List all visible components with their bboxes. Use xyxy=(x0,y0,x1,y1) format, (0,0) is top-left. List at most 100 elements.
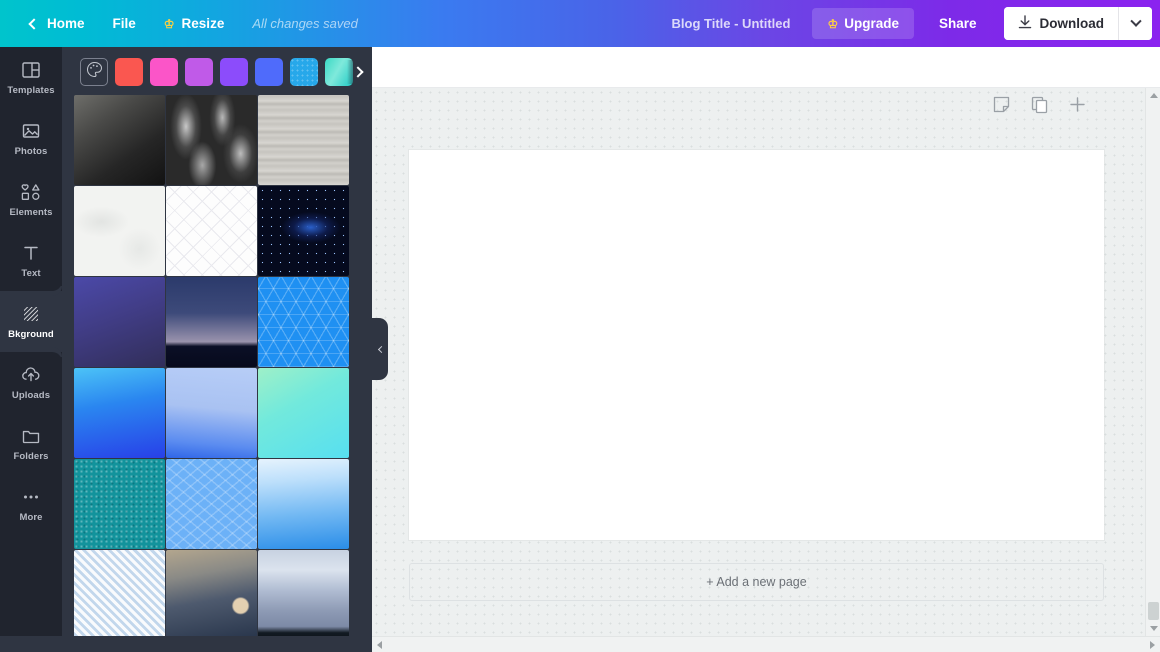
vertical-scrollbar[interactable] xyxy=(1145,88,1160,636)
ellipsis-icon xyxy=(20,486,42,508)
bg-thumb-dark-gradient-grain[interactable] xyxy=(74,95,165,185)
bg-thumb-indigo-gradient[interactable] xyxy=(74,277,165,367)
sidebar-label: Folders xyxy=(13,451,49,462)
crown-icon: ♔ xyxy=(827,16,839,31)
bg-thumb-white-marble-texture[interactable] xyxy=(74,186,165,276)
bg-thumb-blue-jellyfish-photo[interactable] xyxy=(166,368,257,458)
chevron-left-icon xyxy=(377,345,385,353)
upgrade-label: Upgrade xyxy=(844,16,899,31)
chevron-down-icon xyxy=(1129,15,1142,27)
file-label: File xyxy=(112,16,136,31)
duplicate-icon[interactable] xyxy=(1028,93,1050,115)
shapes-icon xyxy=(20,181,42,203)
palette-icon xyxy=(86,61,103,83)
bg-thumb-white-wood-planks[interactable] xyxy=(258,95,349,185)
download-button-group: Download xyxy=(1003,7,1152,40)
bg-thumb-light-blue-sky-gradient[interactable] xyxy=(258,459,349,549)
bg-thumb-blue-vertical-gradient[interactable] xyxy=(74,368,165,458)
add-new-page-label: + Add a new page xyxy=(706,575,807,589)
add-new-page-button[interactable]: + Add a new page xyxy=(409,563,1104,601)
page-tools-group xyxy=(990,93,1088,115)
background-thumbnail-grid xyxy=(62,95,372,652)
background-panel xyxy=(62,47,372,652)
download-options-button[interactable] xyxy=(1118,7,1152,40)
file-menu-button[interactable]: File xyxy=(99,10,150,37)
panel-bottom-fill xyxy=(0,636,372,652)
top-bar-left-group: Home File ♔ Resize All changes saved xyxy=(0,10,358,37)
bg-thumb-aqua-mint-gradient[interactable] xyxy=(258,368,349,458)
canva-editor-app: Home File ♔ Resize All changes saved Blo… xyxy=(0,0,1160,652)
download-label: Download xyxy=(1039,16,1105,31)
design-page-canvas[interactable] xyxy=(409,150,1104,540)
bg-thumb-blue-honeycomb-pattern[interactable] xyxy=(258,277,349,367)
bg-thumb-pale-blue-diagonal-stripes[interactable] xyxy=(74,550,165,640)
home-button[interactable]: Home xyxy=(16,10,99,37)
sidebar-label: Bkground xyxy=(8,329,54,340)
document-title[interactable]: Blog Title - Untitled xyxy=(672,16,791,31)
save-status-text: All changes saved xyxy=(252,16,358,31)
sidebar-item-templates[interactable]: Templates xyxy=(0,47,62,108)
resize-label: Resize xyxy=(181,16,225,31)
resize-button[interactable]: ♔ Resize xyxy=(150,10,239,37)
scroll-left-arrow-icon[interactable] xyxy=(377,641,382,649)
sidebar-item-photos[interactable]: Photos xyxy=(0,108,62,169)
bg-thumb-grey-smoke-texture[interactable] xyxy=(166,95,257,185)
sidebar-label: More xyxy=(19,512,43,523)
chevron-left-icon xyxy=(28,17,40,30)
crown-icon: ♔ xyxy=(163,16,175,31)
color-swatch-red[interactable] xyxy=(115,58,143,86)
bg-thumb-night-sky-meteor[interactable] xyxy=(166,277,257,367)
share-label: Share xyxy=(938,16,977,31)
download-button[interactable]: Download xyxy=(1003,7,1118,40)
sidebar-label: Templates xyxy=(7,85,55,96)
photo-icon xyxy=(21,120,41,142)
bg-thumb-rain-drops-window-photo[interactable] xyxy=(166,550,257,640)
download-icon xyxy=(1018,14,1032,33)
more-colors-button[interactable] xyxy=(347,60,369,84)
sidebar-item-bkground[interactable]: Bkground xyxy=(0,281,62,362)
color-swatch-royal-blue[interactable] xyxy=(255,58,283,86)
upgrade-button[interactable]: ♔ Upgrade xyxy=(812,8,914,39)
upload-cloud-icon xyxy=(20,364,42,386)
pattern-icon xyxy=(21,303,41,325)
bg-thumb-white-quatrefoil-pattern[interactable] xyxy=(166,186,257,276)
sidebar-label: Uploads xyxy=(11,390,51,401)
home-label: Home xyxy=(47,16,85,31)
folder-icon xyxy=(21,425,41,447)
panel-collapse-handle[interactable] xyxy=(372,318,388,380)
color-swatch-violet[interactable] xyxy=(220,58,248,86)
share-button[interactable]: Share xyxy=(922,8,994,39)
context-toolbar xyxy=(372,47,1160,88)
color-swatch-pink[interactable] xyxy=(150,58,178,86)
color-swatch-sky-blue[interactable] xyxy=(290,58,318,86)
sidebar-label: Photos xyxy=(14,146,48,157)
add-page-icon[interactable] xyxy=(1066,93,1088,115)
chevron-right-icon xyxy=(352,66,364,78)
text-icon xyxy=(21,242,41,264)
sidebar-item-elements[interactable]: Elements xyxy=(0,169,62,230)
bg-thumb-night-galaxy-stars[interactable] xyxy=(258,186,349,276)
templates-icon xyxy=(21,59,41,81)
sidebar-label: Text xyxy=(21,268,41,279)
top-bar: Home File ♔ Resize All changes saved Blo… xyxy=(0,0,1160,47)
scroll-up-arrow-icon[interactable] xyxy=(1150,93,1158,98)
color-swatch-orchid[interactable] xyxy=(185,58,213,86)
scroll-down-arrow-icon[interactable] xyxy=(1150,626,1158,631)
sidebar-item-folders[interactable]: Folders xyxy=(0,413,62,474)
left-sidebar-rail: Templates Photos Elements Text Bkground … xyxy=(0,47,62,652)
horizontal-scrollbar[interactable] xyxy=(372,636,1160,652)
editor-area: + Add a new page 146% Help ? xyxy=(372,47,1160,652)
color-swatch-row xyxy=(62,47,372,95)
vertical-scroll-thumb[interactable] xyxy=(1148,602,1159,620)
bg-thumb-blue-chevron-pattern[interactable] xyxy=(166,459,257,549)
palette-picker-button[interactable] xyxy=(80,58,108,86)
canvas-scroll-area[interactable]: + Add a new page 146% Help ? xyxy=(372,88,1160,652)
scroll-right-arrow-icon[interactable] xyxy=(1150,641,1155,649)
sidebar-item-uploads[interactable]: Uploads xyxy=(0,352,62,413)
top-bar-right-group: Blog Title - Untitled ♔ Upgrade Share Do… xyxy=(672,7,1160,40)
bg-thumb-misty-mountains-photo[interactable] xyxy=(258,550,349,640)
bg-thumb-turquoise-water-photo[interactable] xyxy=(74,459,165,549)
sidebar-label: Elements xyxy=(9,207,53,218)
notes-icon[interactable] xyxy=(990,93,1012,115)
sidebar-item-more[interactable]: More xyxy=(0,474,62,535)
